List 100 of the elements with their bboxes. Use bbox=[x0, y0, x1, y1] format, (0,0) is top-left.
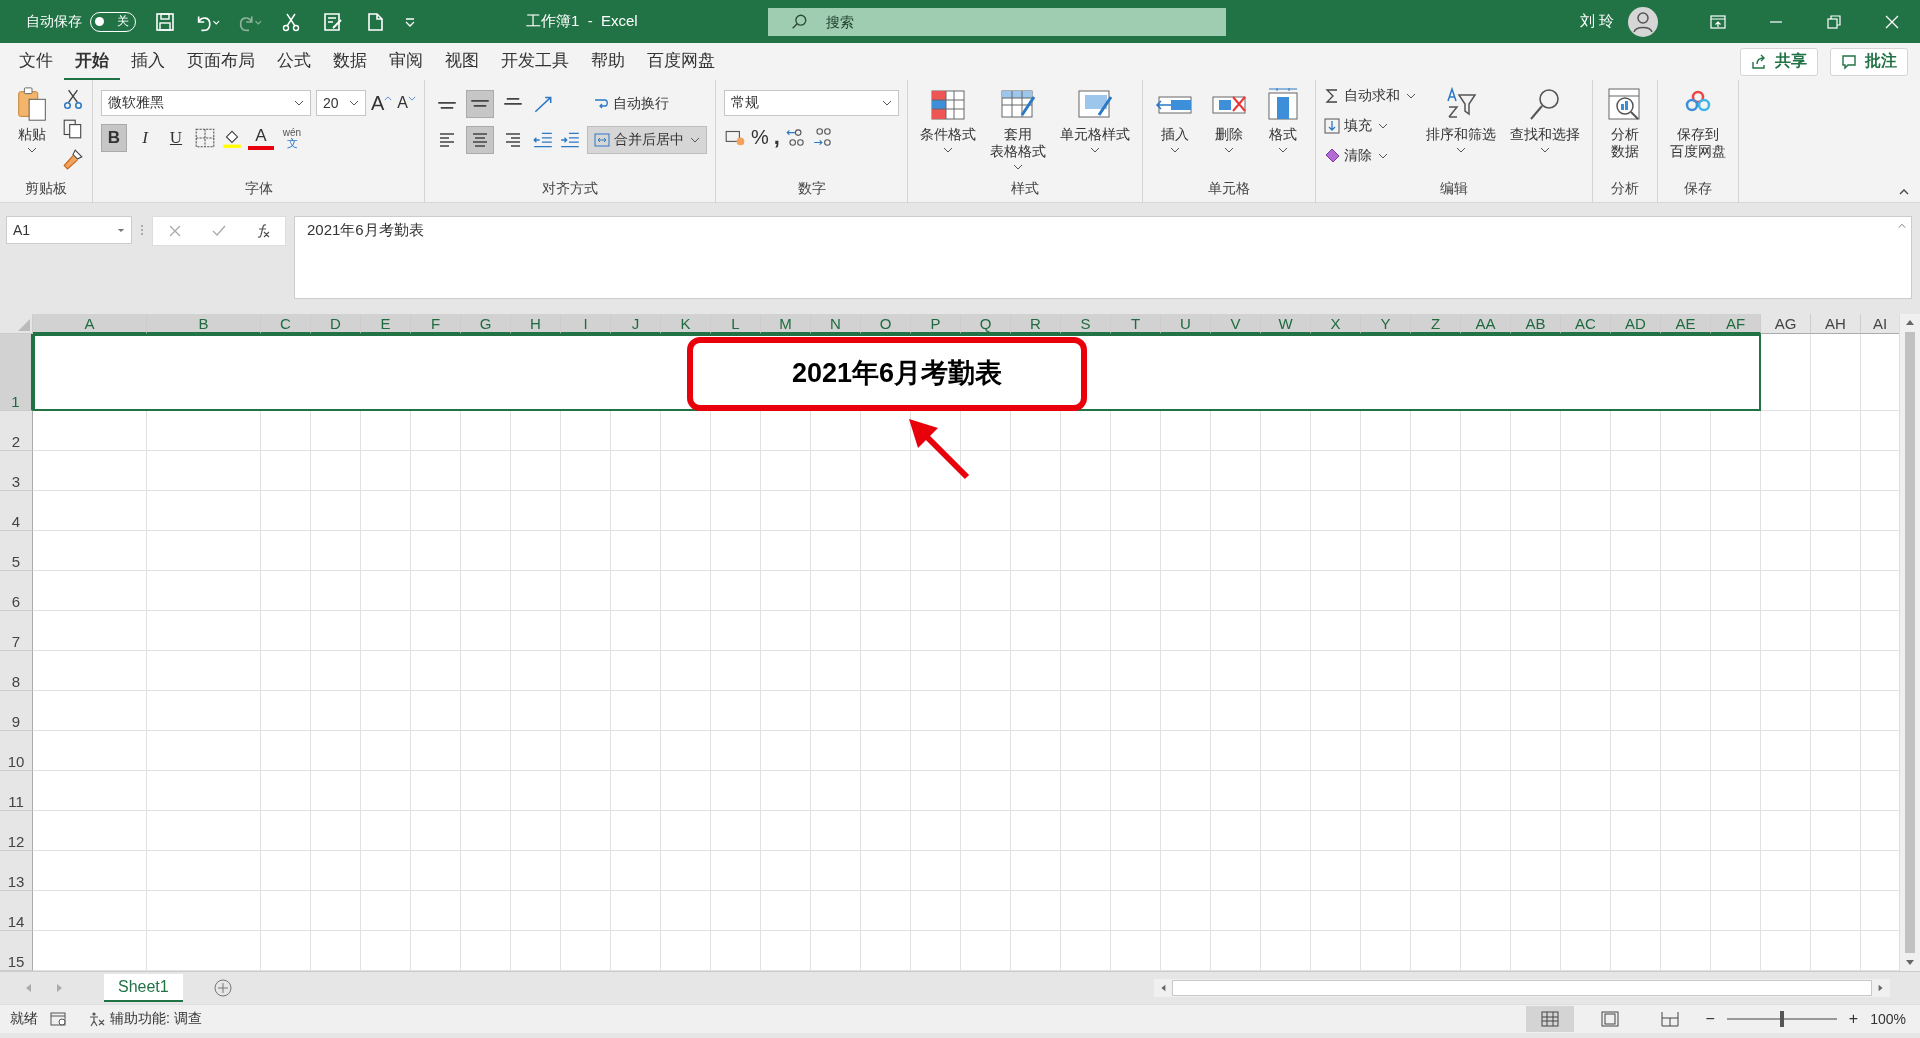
column-header[interactable]: M bbox=[761, 314, 811, 334]
accessibility-status[interactable]: 辅助功能: 调查 bbox=[88, 1010, 202, 1028]
paste-button[interactable]: 粘贴 bbox=[8, 84, 56, 155]
column-header[interactable]: AC bbox=[1561, 314, 1611, 334]
zoom-out-button[interactable]: − bbox=[1705, 1010, 1715, 1028]
row-header[interactable]: 1 bbox=[0, 334, 33, 411]
name-box[interactable]: A1 bbox=[6, 216, 132, 244]
underline-button[interactable]: U bbox=[163, 124, 189, 152]
column-header[interactable]: P bbox=[911, 314, 961, 334]
column-header[interactable]: D bbox=[311, 314, 361, 334]
zoom-in-button[interactable]: + bbox=[1848, 1010, 1859, 1028]
row-header[interactable]: 4 bbox=[0, 491, 33, 531]
horizontal-align-button[interactable] bbox=[466, 126, 494, 154]
row-header[interactable]: 14 bbox=[0, 891, 33, 931]
ribbon-button[interactable]: 格式 bbox=[1259, 84, 1307, 155]
column-header[interactable]: AB bbox=[1511, 314, 1561, 334]
menu-tab[interactable]: 帮助 bbox=[580, 42, 636, 81]
column-header[interactable]: AH bbox=[1811, 314, 1861, 334]
column-header[interactable]: J bbox=[611, 314, 661, 334]
menu-tab[interactable]: 公式 bbox=[266, 42, 322, 81]
add-sheet-icon[interactable] bbox=[212, 978, 233, 998]
ribbon-button[interactable]: 插入 bbox=[1151, 84, 1199, 155]
font-name-dropdown[interactable]: 微软雅黑 bbox=[101, 90, 311, 116]
column-header[interactable]: S bbox=[1061, 314, 1111, 334]
merge-center-button[interactable]: 合并后居中 bbox=[587, 126, 707, 154]
column-header[interactable]: AG bbox=[1761, 314, 1811, 334]
ribbon-button[interactable]: 套用 表格格式 bbox=[986, 84, 1050, 172]
borders-icon[interactable] bbox=[194, 127, 216, 149]
vertical-align-button[interactable] bbox=[466, 90, 494, 118]
row-header[interactable]: 15 bbox=[0, 931, 33, 971]
close-icon[interactable] bbox=[1884, 13, 1900, 30]
insert-function-icon[interactable] bbox=[255, 223, 271, 239]
column-header[interactable]: E bbox=[361, 314, 411, 334]
row-header[interactable]: 13 bbox=[0, 851, 33, 891]
row-header[interactable]: 12 bbox=[0, 811, 33, 851]
column-header[interactable]: A bbox=[33, 314, 147, 334]
ribbon-display-icon[interactable] bbox=[1710, 13, 1726, 30]
menu-tab[interactable]: 插入 bbox=[120, 42, 176, 81]
column-header[interactable]: Z bbox=[1411, 314, 1461, 334]
column-header[interactable]: AF bbox=[1711, 314, 1761, 334]
wrap-text-button[interactable]: 自动换行 bbox=[587, 90, 707, 118]
formula-input[interactable]: 2021年6月考勤表 bbox=[294, 216, 1912, 299]
column-header[interactable]: T bbox=[1111, 314, 1161, 334]
vertical-scrollbar[interactable] bbox=[1899, 314, 1920, 971]
customize-caret-icon[interactable] bbox=[404, 15, 416, 28]
column-header[interactable]: F bbox=[411, 314, 461, 334]
row-header[interactable]: 9 bbox=[0, 691, 33, 731]
column-header[interactable]: N bbox=[811, 314, 861, 334]
bold-button[interactable]: B bbox=[101, 124, 127, 152]
ribbon-button[interactable]: 排序和筛选 bbox=[1422, 84, 1500, 155]
row-header[interactable]: 2 bbox=[0, 411, 33, 451]
sheet-tab[interactable]: Sheet1 bbox=[104, 974, 183, 1002]
ribbon-button[interactable]: 删除 bbox=[1205, 84, 1253, 155]
clear-button[interactable]: 清除 bbox=[1324, 144, 1416, 168]
column-header[interactable]: V bbox=[1211, 314, 1261, 334]
column-header[interactable]: W bbox=[1261, 314, 1311, 334]
ribbon-button[interactable]: 条件格式 bbox=[916, 84, 980, 155]
cut-icon[interactable] bbox=[62, 88, 84, 110]
grow-font-button[interactable]: A bbox=[371, 91, 393, 115]
phonetic-button[interactable]: wén 文 bbox=[279, 127, 305, 149]
column-header[interactable]: H bbox=[511, 314, 561, 334]
menu-tab[interactable]: 数据 bbox=[322, 42, 378, 81]
font-color-button[interactable]: A bbox=[248, 126, 274, 150]
view-button[interactable] bbox=[1525, 1006, 1574, 1032]
italic-button[interactable]: I bbox=[132, 124, 158, 152]
column-header[interactable]: C bbox=[261, 314, 311, 334]
column-header[interactable]: Q bbox=[961, 314, 1011, 334]
title-cell[interactable]: 2021年6月考勤表 bbox=[33, 334, 1761, 411]
column-header[interactable]: I bbox=[561, 314, 611, 334]
column-header[interactable]: Y bbox=[1361, 314, 1411, 334]
menu-tab[interactable]: 开发工具 bbox=[490, 42, 580, 81]
scroll-down-icon[interactable] bbox=[1905, 959, 1915, 967]
menu-tab[interactable]: 审阅 bbox=[378, 42, 434, 81]
format-painter-icon[interactable] bbox=[62, 148, 84, 170]
column-header[interactable]: AD bbox=[1611, 314, 1661, 334]
row-header[interactable]: 6 bbox=[0, 571, 33, 611]
comma-button[interactable]: , bbox=[773, 124, 780, 150]
row-header[interactable]: 10 bbox=[0, 731, 33, 771]
search-field[interactable]: 搜索 bbox=[768, 7, 1226, 36]
column-header[interactable]: X bbox=[1311, 314, 1361, 334]
ribbon-button[interactable]: 分析 数据 bbox=[1601, 84, 1649, 162]
column-header[interactable]: L bbox=[711, 314, 761, 334]
fill-button[interactable]: 填充 bbox=[1324, 114, 1416, 138]
column-header[interactable]: U bbox=[1161, 314, 1211, 334]
zoom-level[interactable]: 100% bbox=[1870, 1011, 1906, 1027]
percent-button[interactable]: % bbox=[751, 125, 769, 149]
font-size-dropdown[interactable]: 20 bbox=[316, 90, 366, 116]
increase-decimal-icon[interactable] bbox=[784, 126, 807, 148]
column-header[interactable]: AA bbox=[1461, 314, 1511, 334]
macro-record-icon[interactable] bbox=[50, 1011, 68, 1027]
column-header[interactable]: G bbox=[461, 314, 511, 334]
row-header[interactable]: 11 bbox=[0, 771, 33, 811]
ribbon-button[interactable]: 查找和选择 bbox=[1506, 84, 1584, 155]
avatar-icon[interactable] bbox=[1628, 6, 1658, 37]
column-header[interactable]: R bbox=[1011, 314, 1061, 334]
shrink-font-button[interactable]: A bbox=[397, 94, 416, 112]
row-header[interactable]: 7 bbox=[0, 611, 33, 651]
row-header[interactable]: 5 bbox=[0, 531, 33, 571]
decrease-decimal-icon[interactable] bbox=[811, 126, 834, 148]
horizontal-scrollbar[interactable] bbox=[1154, 979, 1890, 997]
